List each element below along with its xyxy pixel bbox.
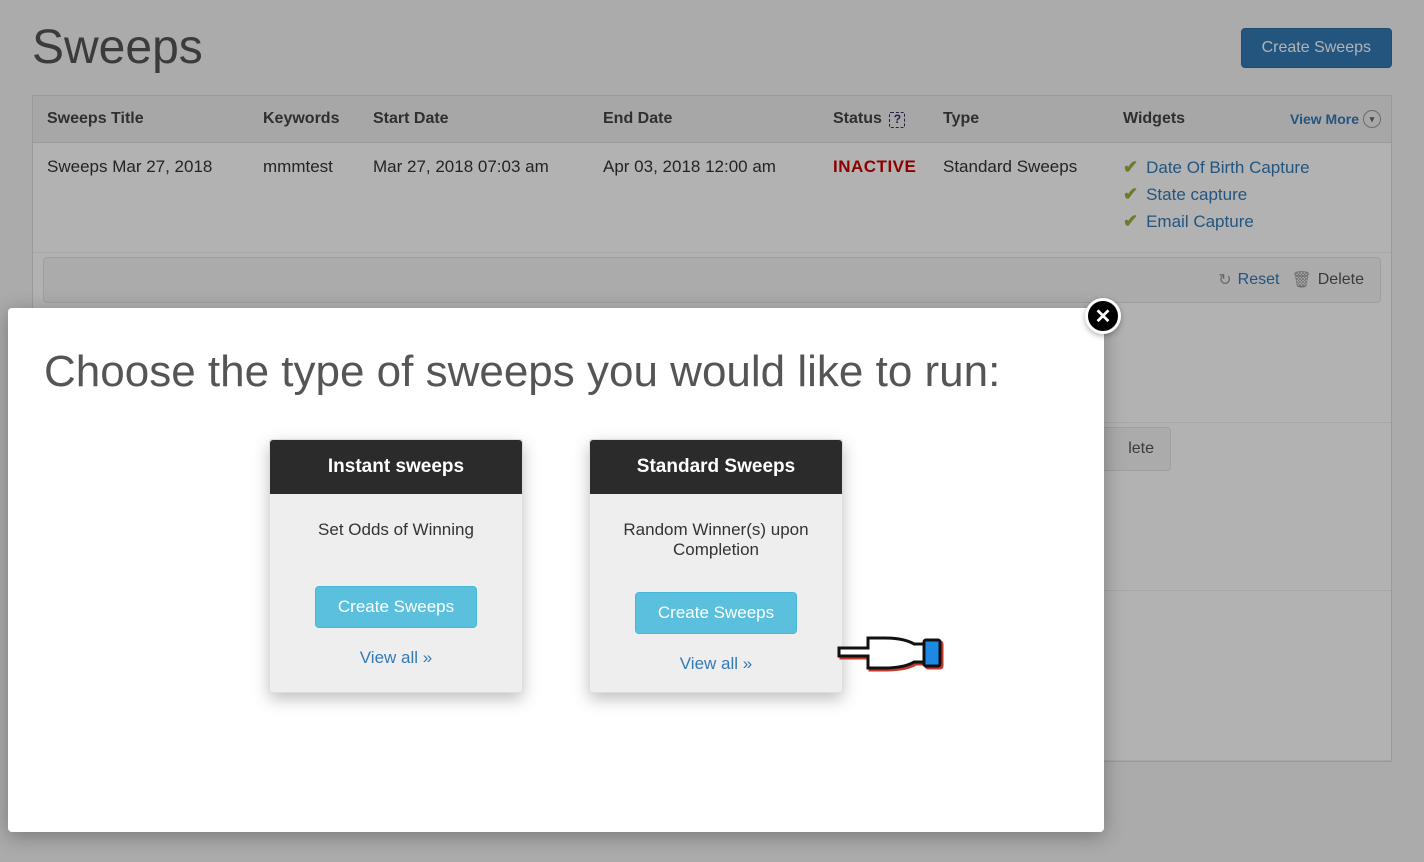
close-icon[interactable]: ✕: [1085, 298, 1121, 334]
choose-sweeps-type-modal: ✕ Choose the type of sweeps you would li…: [8, 308, 1104, 832]
card-description: Random Winner(s) upon Completion: [590, 494, 842, 592]
standard-sweeps-card: Standard Sweeps Random Winner(s) upon Co…: [589, 439, 843, 693]
view-all-instant-link[interactable]: View all »: [270, 648, 522, 668]
sweeps-type-cards: Instant sweeps Set Odds of Winning Creat…: [44, 439, 1068, 693]
card-title: Standard Sweeps: [590, 440, 842, 494]
card-description: Set Odds of Winning: [270, 494, 522, 586]
pointing-hand-icon: [834, 620, 942, 685]
create-standard-sweeps-button[interactable]: Create Sweeps: [635, 592, 797, 634]
view-all-standard-link[interactable]: View all »: [590, 654, 842, 674]
modal-title: Choose the type of sweeps you would like…: [44, 344, 1068, 399]
instant-sweeps-card: Instant sweeps Set Odds of Winning Creat…: [269, 439, 523, 693]
card-title: Instant sweeps: [270, 440, 522, 494]
create-instant-sweeps-button[interactable]: Create Sweeps: [315, 586, 477, 628]
